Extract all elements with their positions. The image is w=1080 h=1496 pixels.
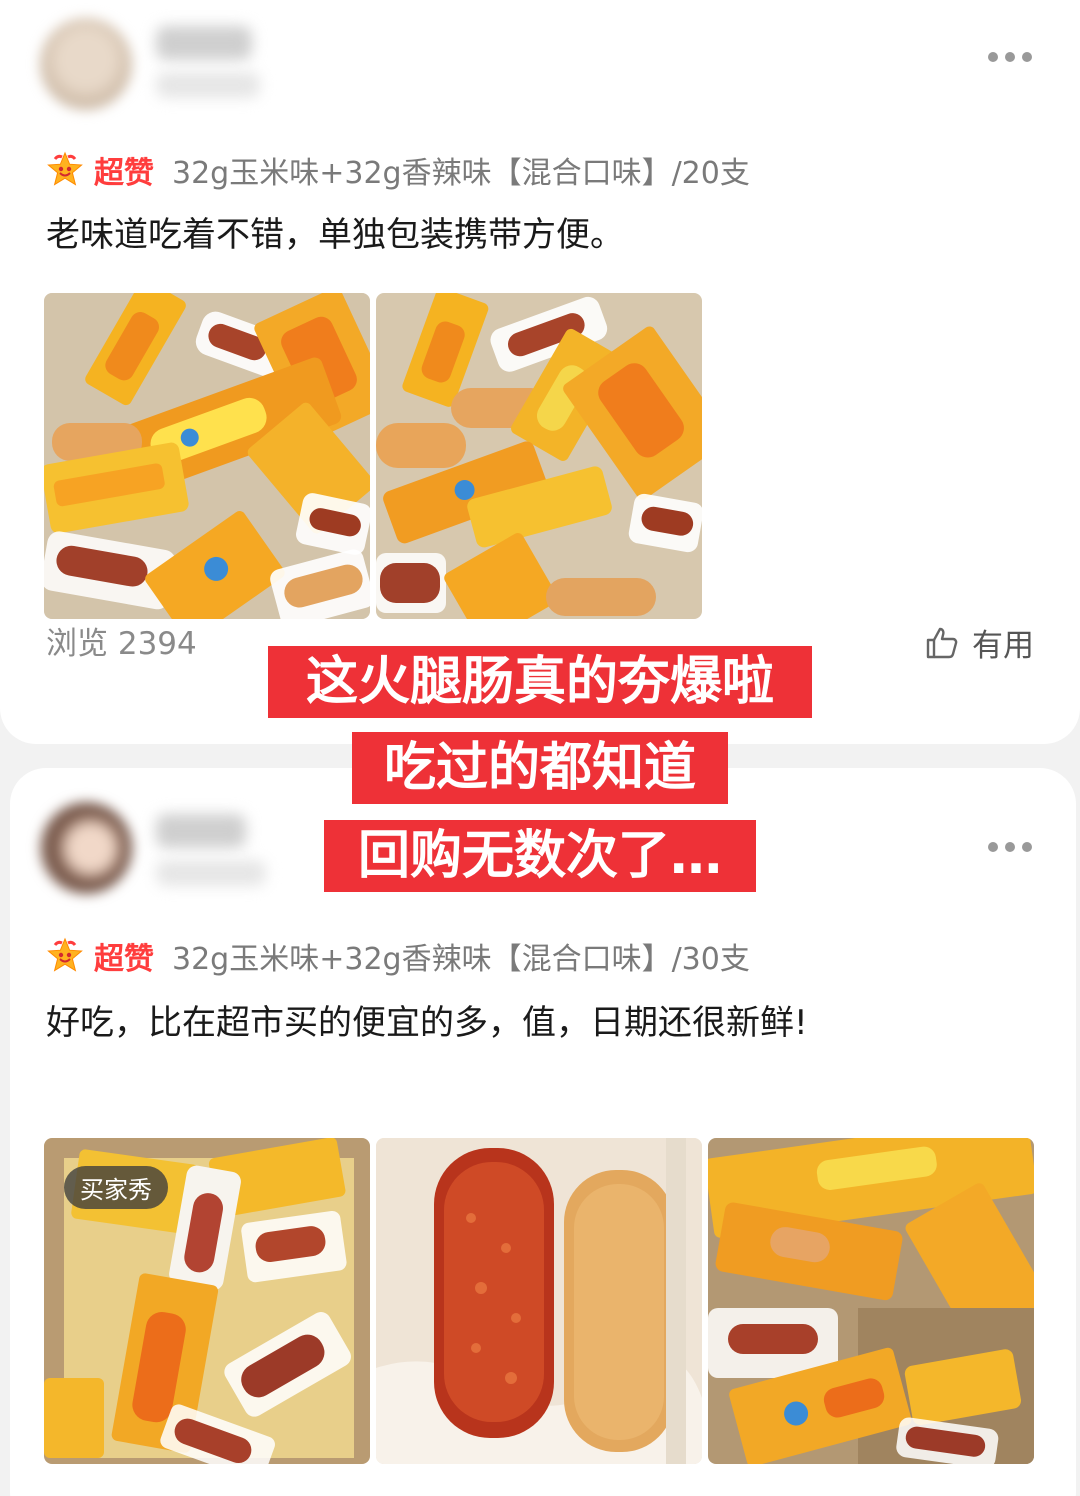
overlay-caption-line-3: 回购无数次了… [324,820,756,892]
view-count: 浏览 2394 [46,626,197,662]
username-blurred [156,26,252,60]
review-photo[interactable] [376,1138,702,1464]
more-dots-icon[interactable] [988,50,1032,64]
rating-row: 超赞 32g玉米味+32g香辣味【混合口味】/20支 [46,148,750,192]
review-text: 老味道吃着不错，单独包装携带方便。 [46,215,624,255]
avatar[interactable] [40,802,132,894]
review-photo[interactable] [376,293,702,619]
review-photo[interactable]: 买家秀 [44,1138,370,1464]
useful-button[interactable]: 有用 [924,620,1034,665]
overlay-caption-line-2: 吃过的都知道 [352,732,728,804]
review-photo[interactable] [44,293,370,619]
rating-label: 超赞 [94,156,154,191]
product-variant: 32g玉米味+32g香辣味【混合口味】/30支 [172,942,750,977]
overlay-caption-line-1: 这火腿肠真的夯爆啦 [268,646,812,718]
more-dots-icon[interactable] [988,840,1032,854]
review-date-blurred [156,72,260,98]
thumbs-up-icon [926,627,958,658]
buyer-show-tag: 买家秀 [64,1166,168,1209]
avatar[interactable] [40,18,132,110]
product-variant: 32g玉米味+32g香辣味【混合口味】/20支 [172,156,750,191]
rating-row: 超赞 32g玉米味+32g香辣味【混合口味】/30支 [46,934,750,978]
review-card: 超赞 32g玉米味+32g香辣味【混合口味】/20支 老味道吃着不错，单独包装携… [0,0,1080,744]
review-date-blurred [156,860,266,886]
smiling-star-icon [46,937,84,975]
review-photo[interactable] [708,1138,1034,1464]
smiling-star-icon [46,151,84,189]
rating-label: 超赞 [94,942,154,977]
review-text: 好吃，比在超市买的便宜的多，值，日期还很新鲜! [46,1003,808,1043]
username-blurred [156,814,246,848]
useful-label: 有用 [972,628,1034,664]
